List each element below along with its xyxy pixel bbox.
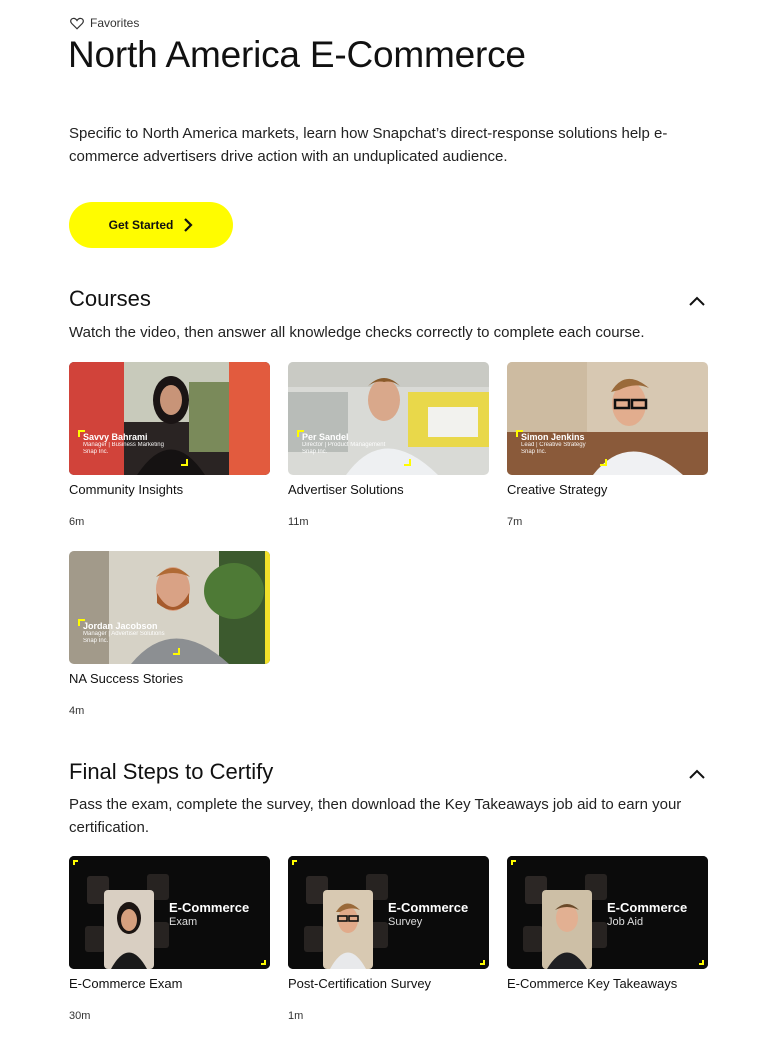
thumbnail-heading: E-Commerce <box>169 900 250 915</box>
thumbnail-heading: E-Commerce <box>388 900 469 915</box>
heart-icon <box>70 17 84 30</box>
presenter-role: Manager | Business Marketing <box>83 442 164 449</box>
thumbnail-subheading: Exam <box>169 915 198 928</box>
course-thumbnail: Per Sandel Director | Product Management… <box>288 362 489 475</box>
get-started-button[interactable]: Get Started <box>69 202 233 248</box>
certify-description: Pass the exam, complete the survey, then… <box>69 796 682 836</box>
thumbnail-subheading: Survey <box>388 915 423 928</box>
presenter-role: Director | Product Management <box>302 442 386 449</box>
courses-heading: Courses <box>69 286 151 311</box>
course-title: Community Insights <box>69 482 184 497</box>
presenter-company: Snap Inc. <box>302 449 328 456</box>
course-title: NA Success Stories <box>69 671 184 686</box>
certify-thumbnail: E-Commerce Job Aid <box>507 856 708 969</box>
certify-card[interactable]: E-Commerce Job Aid E-Commerce Key Takeaw… <box>507 856 708 991</box>
get-started-label: Get Started <box>108 218 174 232</box>
chevron-up-icon[interactable] <box>688 768 706 780</box>
presenter-role: Lead | Creative Strategy <box>521 442 586 449</box>
certify-thumbnail: E-Commerce Survey <box>288 856 489 969</box>
favorites-toggle[interactable]: Favorites <box>70 16 139 30</box>
thumbnail-heading: E-Commerce <box>607 900 688 915</box>
presenter-image <box>69 362 270 475</box>
course-card[interactable]: Jordan Jacobson Manager | Advertiser Sol… <box>69 551 270 717</box>
presenter-image <box>507 362 708 475</box>
certify-title: E-Commerce Exam <box>69 976 183 991</box>
course-card[interactable]: Per Sandel Director | Product Management… <box>288 362 489 528</box>
presenter-company: Snap Inc. <box>83 449 109 456</box>
course-title: Advertiser Solutions <box>288 482 404 497</box>
course-duration: 11m <box>288 516 309 528</box>
presenter-company: Snap Inc. <box>83 638 109 645</box>
presenter-name: Jordan Jacobson <box>83 621 158 631</box>
course-thumbnail: Savvy Bahrami Manager | Business Marketi… <box>69 362 270 475</box>
page-description: Specific to North America markets, learn… <box>69 125 668 165</box>
course-thumbnail: Simon Jenkins Lead | Creative Strategy S… <box>507 362 708 475</box>
certify-title: Post-Certification Survey <box>288 976 432 991</box>
certify-title: E-Commerce Key Takeaways <box>507 976 678 991</box>
certify-card[interactable]: E-Commerce Exam E-Commerce Exam 30m <box>69 856 270 1022</box>
courses-description: Watch the video, then answer all knowled… <box>69 324 645 341</box>
certify-duration: 1m <box>288 1010 304 1022</box>
presenter-image <box>288 362 489 475</box>
favorites-label: Favorites <box>90 16 140 30</box>
course-duration: 7m <box>507 516 523 528</box>
presenter-role: Manager | Advertiser Solutions <box>83 631 165 638</box>
presenter-name: Simon Jenkins <box>521 432 585 442</box>
certify-heading: Final Steps to Certify <box>69 759 274 784</box>
course-card[interactable]: Simon Jenkins Lead | Creative Strategy S… <box>507 362 708 528</box>
certify-thumbnail: E-Commerce Exam <box>69 856 270 969</box>
course-thumbnail: Jordan Jacobson Manager | Advertiser Sol… <box>69 551 270 664</box>
course-title: Creative Strategy <box>507 482 608 497</box>
chevron-up-icon[interactable] <box>688 295 706 307</box>
page-title: North America E-Commerce <box>68 34 526 75</box>
chevron-right-icon <box>184 218 193 232</box>
presenter-name: Savvy Bahrami <box>83 432 148 442</box>
course-duration: 4m <box>69 705 85 717</box>
presenter-image <box>69 551 270 664</box>
course-card[interactable]: Savvy Bahrami Manager | Business Marketi… <box>69 362 270 528</box>
thumbnail-subheading: Job Aid <box>607 915 644 928</box>
presenter-company: Snap Inc. <box>521 449 547 456</box>
certify-duration: 30m <box>69 1010 91 1022</box>
presenter-name: Per Sandel <box>302 432 349 442</box>
course-duration: 6m <box>69 516 85 528</box>
certify-card[interactable]: E-Commerce Survey Post-Certification Sur… <box>288 856 489 1022</box>
